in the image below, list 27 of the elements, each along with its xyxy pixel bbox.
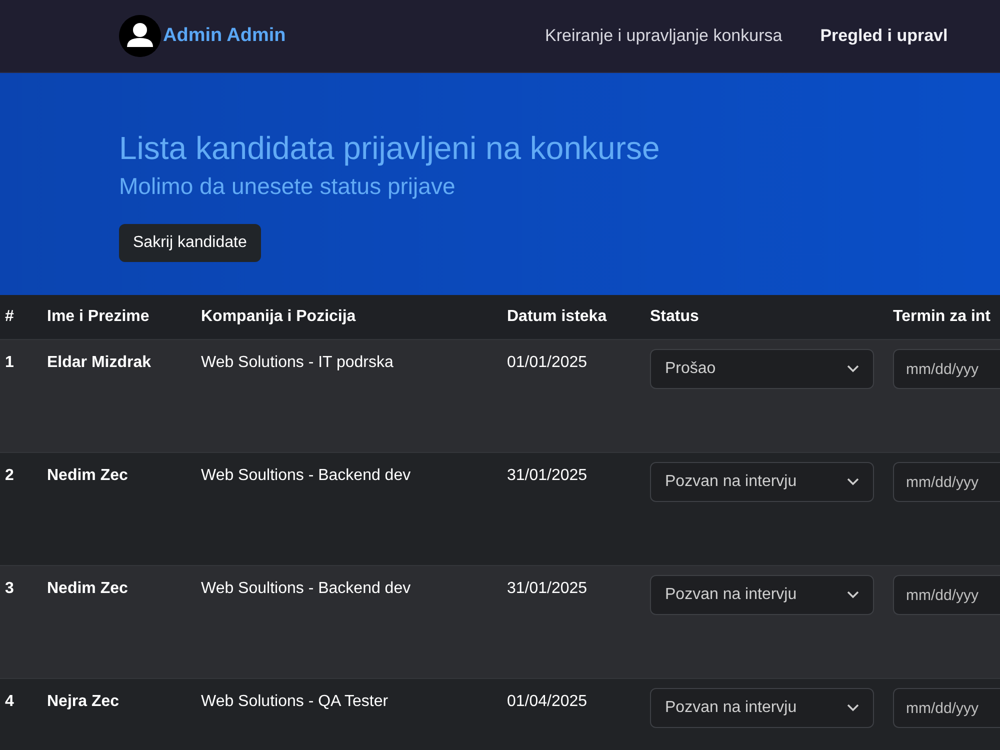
status-dropdown[interactable]: Pozvan na intervju [650,688,874,728]
table-cell: Nedim Zec [42,565,196,678]
table-cell: 3 [0,565,42,678]
status-dropdown[interactable]: Pozvan na intervju [650,575,874,615]
chevron-down-icon [847,365,859,373]
date-field[interactable]: mm/dd/yyy [893,462,1000,502]
date-field[interactable]: mm/dd/yyy [893,349,1000,389]
date-field[interactable]: mm/dd/yyy [893,688,1000,728]
table-cell: 31/01/2025 [502,565,645,678]
chevron-down-icon [847,591,859,599]
user-avatar-icon [119,15,161,57]
page-title: Lista kandidata prijavljeni na konkurse [119,130,661,167]
chevron-down-icon [847,704,859,712]
nav-link[interactable]: Kreiranje i upravljanje konkursa [545,26,782,46]
status-dropdown[interactable]: Pozvan na intervju [650,462,874,502]
status-dropdown[interactable]: Prošao [650,349,874,389]
user-name[interactable]: Admin Admin [163,25,286,47]
hide-candidates-button[interactable]: Sakrij kandidate [119,224,261,262]
nav-link[interactable]: Pregled i upravl [820,26,948,46]
table-cell: Eldar Mizdrak [42,339,196,452]
chevron-down-icon [847,478,859,486]
date-field[interactable]: mm/dd/yyy [893,575,1000,615]
table-cell: 1 [0,339,42,452]
table-cell: Web Soultions - Backend dev [196,565,502,678]
page-subtitle: Molimo da unesete status prijave [119,173,456,200]
table-cell: 01/01/2025 [502,339,645,452]
table-cell: Web Solutions - IT podrska [196,339,502,452]
